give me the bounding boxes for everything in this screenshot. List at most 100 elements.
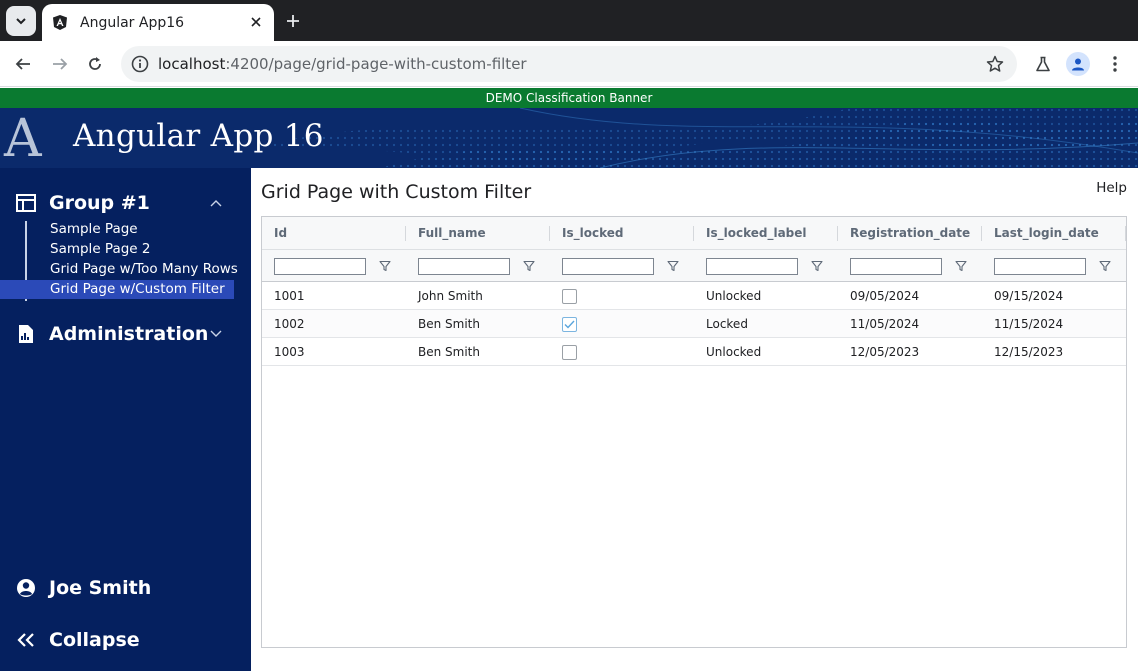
bookmark-star-icon[interactable] xyxy=(985,54,1005,74)
cell-full-name: Ben Smith xyxy=(418,345,480,359)
browser-tab-active[interactable]: Angular App16 xyxy=(42,4,274,41)
sidebar-group-1-label: Group #1 xyxy=(49,192,150,214)
sidebar-item-sample-page-2[interactable]: Sample Page 2 xyxy=(44,240,234,259)
is-locked-checkbox[interactable] xyxy=(562,345,577,360)
column-header-registration-date[interactable]: Registration_date xyxy=(838,217,982,250)
sidebar-item-grid-custom-filter[interactable]: Grid Page w/Custom Filter xyxy=(0,280,234,299)
cell-registration-date: 09/05/2024 xyxy=(850,289,920,303)
grid-filter-row xyxy=(262,250,1126,282)
column-separator[interactable] xyxy=(1125,226,1126,241)
sidebar-collapse[interactable]: Collapse xyxy=(0,622,251,658)
filter-funnel-icon[interactable] xyxy=(522,259,536,273)
filter-cell-registration-date xyxy=(838,250,982,282)
report-icon xyxy=(16,324,36,344)
back-button[interactable] xyxy=(9,50,37,78)
filter-input-id[interactable] xyxy=(274,258,366,275)
arrow-left-icon xyxy=(15,58,30,70)
cell-is-locked xyxy=(550,338,694,366)
address-bar[interactable]: localhost:4200/page/grid-page-with-custo… xyxy=(121,46,1017,82)
plus-icon xyxy=(287,15,299,27)
column-header-is-locked[interactable]: Is_locked xyxy=(550,217,694,250)
app-header: A Angular App 16 xyxy=(0,108,1138,168)
double-chevron-left-icon xyxy=(16,630,36,650)
tab-search-button[interactable] xyxy=(6,6,36,36)
cell-full-name: Ben Smith xyxy=(418,317,480,331)
sidebar-user[interactable]: Joe Smith xyxy=(0,570,251,606)
forward-button[interactable] xyxy=(46,50,74,78)
column-header-is-locked-label[interactable]: Is_locked_label xyxy=(694,217,838,250)
tab-title: Angular App16 xyxy=(80,14,185,31)
filter-funnel-icon[interactable] xyxy=(1098,259,1112,273)
sidebar: Group #1 Sample Page Sample Page 2 Grid … xyxy=(0,168,251,671)
column-header-id[interactable]: Id xyxy=(262,217,406,250)
sidebar-group-administration-label: Administration xyxy=(49,323,209,345)
cell-id: 1003 xyxy=(274,345,305,359)
cell-registration-date: 12/05/2023 xyxy=(850,345,920,359)
data-grid: Id Full_name Is_locked Is_locked_label R… xyxy=(261,216,1127,648)
is-locked-checkbox[interactable] xyxy=(562,317,577,332)
sidebar-item-sample-page[interactable]: Sample Page xyxy=(44,220,234,239)
new-tab-button[interactable] xyxy=(282,10,304,32)
cell-is-locked-label: Unlocked xyxy=(706,345,762,359)
account-circle-icon xyxy=(16,578,36,598)
cell-is-locked-label: Unlocked xyxy=(706,289,762,303)
checkmark-icon xyxy=(564,320,575,329)
filter-input-is-locked-label[interactable] xyxy=(706,258,798,275)
browser-toolbar: localhost:4200/page/grid-page-with-custo… xyxy=(0,41,1138,87)
filter-cell-is-locked xyxy=(550,250,694,282)
url-path: :4200/page/grid-page-with-custom-filter xyxy=(225,55,527,73)
sidebar-group-administration[interactable]: Administration xyxy=(0,316,251,352)
grid-header-row: Id Full_name Is_locked Is_locked_label R… xyxy=(262,217,1126,250)
classification-banner: DEMO Classification Banner xyxy=(0,88,1138,108)
table-row[interactable]: 1003 Ben Smith Unlocked 12/05/2023 12/15… xyxy=(262,338,1126,366)
filter-cell-is-locked-label xyxy=(694,250,838,282)
url-text: localhost:4200/page/grid-page-with-custo… xyxy=(158,55,527,73)
close-tab-icon[interactable] xyxy=(248,14,264,30)
page-title: Grid Page with Custom Filter xyxy=(261,181,532,203)
cell-last-login-date: 12/15/2023 xyxy=(994,345,1064,359)
cell-full-name: John Smith xyxy=(418,289,483,303)
cell-registration-date: 11/05/2024 xyxy=(850,317,920,331)
person-icon xyxy=(1072,58,1084,71)
flask-icon xyxy=(1036,56,1050,72)
chevron-down-icon xyxy=(16,18,26,25)
table-row[interactable]: 1002 Ben Smith Locked 11/05/2024 11/15/2… xyxy=(262,310,1126,338)
sidebar-group-1[interactable]: Group #1 xyxy=(0,185,251,221)
reload-icon xyxy=(89,57,101,70)
chevron-down-icon xyxy=(208,326,224,342)
filter-input-is-locked[interactable] xyxy=(562,258,654,275)
filter-input-registration-date[interactable] xyxy=(850,258,942,275)
app-logo: A xyxy=(4,109,42,168)
filter-cell-full-name xyxy=(406,250,550,282)
help-link[interactable]: Help xyxy=(1096,180,1127,196)
profile-button[interactable] xyxy=(1066,52,1090,76)
sidebar-item-grid-too-many-rows[interactable]: Grid Page w/Too Many Rows xyxy=(44,260,238,279)
cell-is-locked xyxy=(550,310,694,338)
filter-funnel-icon[interactable] xyxy=(666,259,680,273)
column-header-full-name[interactable]: Full_name xyxy=(406,217,550,250)
cell-id: 1002 xyxy=(274,317,305,331)
cell-last-login-date: 11/15/2024 xyxy=(994,317,1064,331)
table-row[interactable]: 1001 John Smith Unlocked 09/05/2024 09/1… xyxy=(262,282,1126,310)
labs-button[interactable] xyxy=(1029,50,1057,78)
filter-input-full-name[interactable] xyxy=(418,258,510,275)
is-locked-checkbox[interactable] xyxy=(562,289,577,304)
filter-funnel-icon[interactable] xyxy=(954,259,968,273)
column-header-last-login-date[interactable]: Last_login_date xyxy=(982,217,1126,250)
arrow-right-icon xyxy=(53,58,68,70)
cell-is-locked-label: Locked xyxy=(706,317,748,331)
browser-menu-button[interactable] xyxy=(1101,50,1129,78)
reload-button[interactable] xyxy=(81,50,109,78)
filter-input-last-login-date[interactable] xyxy=(994,258,1086,275)
filter-funnel-icon[interactable] xyxy=(378,259,392,273)
main-content: Grid Page with Custom Filter Help Id Ful… xyxy=(251,168,1138,671)
url-host: localhost xyxy=(158,55,226,73)
cell-last-login-date: 09/15/2024 xyxy=(994,289,1064,303)
angular-favicon-icon xyxy=(52,15,68,31)
filter-funnel-icon[interactable] xyxy=(810,259,824,273)
panel-layout-icon xyxy=(16,193,36,213)
browser-tabstrip: Angular App16 xyxy=(0,0,1138,41)
sidebar-user-name: Joe Smith xyxy=(49,577,152,599)
chevron-up-icon xyxy=(208,195,224,211)
site-info-icon[interactable] xyxy=(129,53,151,75)
